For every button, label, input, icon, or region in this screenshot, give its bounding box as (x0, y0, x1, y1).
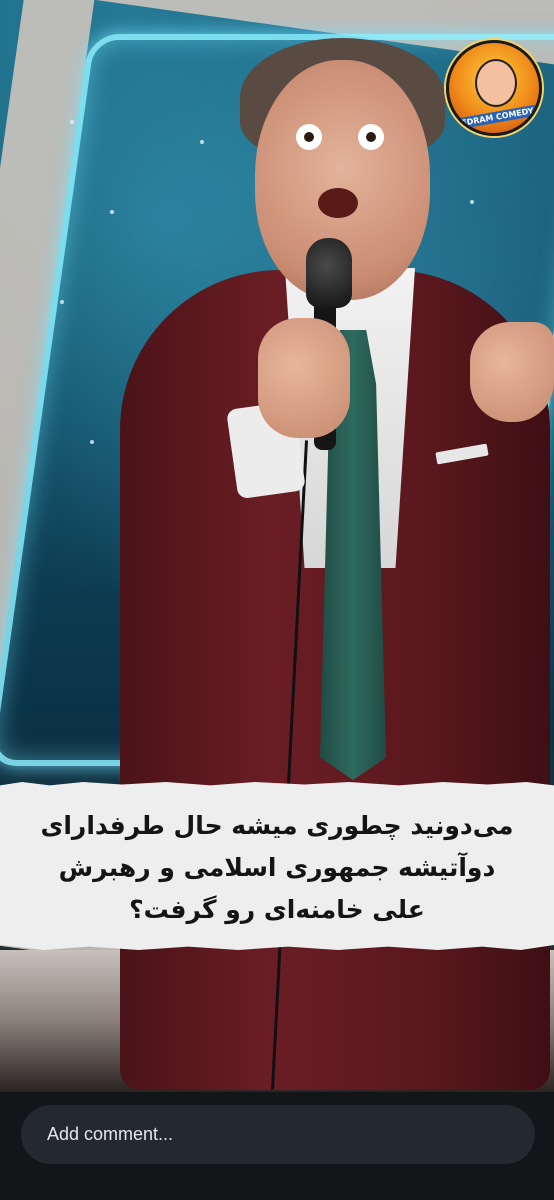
raised-hand (470, 322, 554, 422)
eye-right (358, 124, 384, 150)
add-comment-placeholder: Add comment... (47, 1124, 174, 1144)
caption-banner: می‌دونید چطوری میشه حال طرفدارای دوآتیشه… (0, 782, 554, 950)
add-comment-input[interactable]: Add comment... (21, 1105, 535, 1164)
eye-left (296, 124, 322, 150)
microphone-icon (306, 238, 352, 308)
caption-text: می‌دونید چطوری میشه حال طرفدارای دوآتیشه… (40, 811, 514, 924)
video-frame[interactable]: PEDRAM COMEDY می‌دونید چطوری میشه حال طر… (0, 0, 554, 1092)
hand-holding-mic (258, 318, 350, 438)
mouth (318, 188, 358, 218)
channel-logo[interactable]: PEDRAM COMEDY (446, 40, 542, 136)
logo-face-icon (475, 59, 517, 107)
